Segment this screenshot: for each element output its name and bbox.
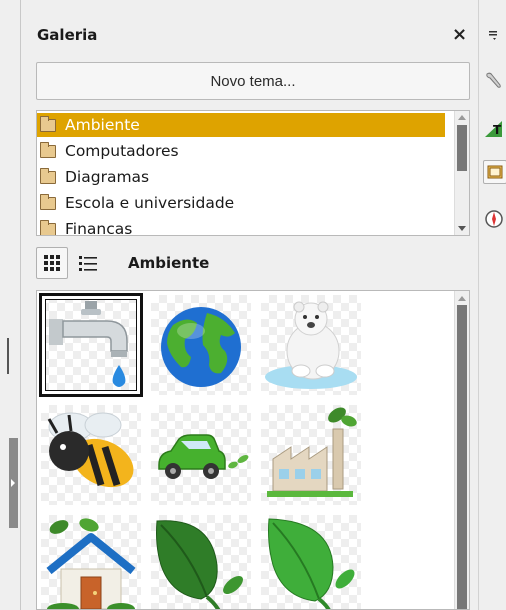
new-theme-button[interactable]: Novo tema... [36,62,470,100]
factory-icon [267,407,357,497]
theme-list[interactable]: Ambiente Computadores Diagramas Escola e… [36,110,470,236]
gallery-item-bee[interactable] [41,405,141,505]
gallery-grid[interactable] [36,290,470,610]
scroll-up-icon[interactable] [458,115,466,120]
scroll-thumb[interactable] [457,305,467,609]
bee-icon [47,412,134,488]
properties-wrench-icon [486,72,501,88]
detailed-view-button[interactable] [72,247,104,279]
theme-item-escola[interactable]: Escola e universidade [37,191,445,215]
dock-collapse-handle[interactable] [9,438,18,528]
svg-text:T: T [493,123,502,137]
dock-edge-marker [7,338,9,374]
list-view-icon [79,256,97,271]
folder-icon [40,141,56,158]
gallery-item-eco-car[interactable] [151,405,251,505]
icon-view-button[interactable] [36,247,68,279]
sidebar-gallery-button[interactable] [483,160,506,184]
panel-title: Galeria [37,26,98,44]
sidebar-navigator-button[interactable] [483,208,505,230]
gallery-icon [487,165,503,179]
sidebar-tab-bar: T [478,0,506,610]
folder-icon [40,167,56,184]
gallery-item-leaf-sprout[interactable] [151,515,251,609]
close-icon[interactable]: × [452,24,467,45]
left-dock-strip [0,0,20,610]
theme-item-financas[interactable]: Financas [37,217,445,236]
house-with-plant-icon [46,518,136,609]
view-mode-toolbar [36,246,108,280]
theme-item-label: Diagramas [65,168,150,186]
sidebar-menu-button[interactable] [483,24,505,46]
scroll-thumb[interactable] [457,125,467,171]
theme-item-ambiente[interactable]: Ambiente [37,113,445,137]
styles-icon: T [485,121,502,137]
gallery-scrollbar[interactable] [454,291,469,609]
scroll-up-icon[interactable] [458,296,466,301]
theme-item-label: Escola e universidade [65,194,235,212]
polar-bear-icon [265,301,357,389]
menu-icon [489,31,497,40]
globe-icon [161,307,241,387]
gallery-item-globe[interactable] [151,295,251,395]
scroll-down-icon[interactable] [458,226,466,231]
gallery-panel: Galeria × Novo tema... Ambiente Computad… [22,0,477,610]
current-theme-label: Ambiente [128,254,210,272]
leaf-sprout-icon [156,520,243,609]
left-border [20,0,21,610]
folder-icon [40,219,56,235]
green-leaf-icon [268,518,355,609]
theme-item-computadores[interactable]: Computadores [37,139,445,163]
gallery-item-house-with-plant[interactable] [41,515,141,609]
theme-item-label: Financas [65,220,133,236]
eco-car-icon [158,434,249,479]
folder-icon [40,115,56,132]
gallery-item-green-leaf[interactable] [261,515,361,609]
gallery-item-factory[interactable] [261,405,361,505]
grid-view-icon [44,255,60,271]
theme-list-scrollbar[interactable] [454,111,469,235]
sidebar-properties-button[interactable] [483,70,505,92]
folder-icon [40,193,56,210]
theme-item-label: Computadores [65,142,179,160]
navigator-icon [485,210,503,228]
gallery-item-tap-water[interactable] [39,293,143,397]
tap-water-icon [49,301,128,387]
theme-item-diagramas[interactable]: Diagramas [37,165,445,189]
sidebar-styles-button[interactable]: T [483,118,505,140]
theme-item-label: Ambiente [65,116,140,134]
gallery-item-polar-bear[interactable] [261,295,361,395]
